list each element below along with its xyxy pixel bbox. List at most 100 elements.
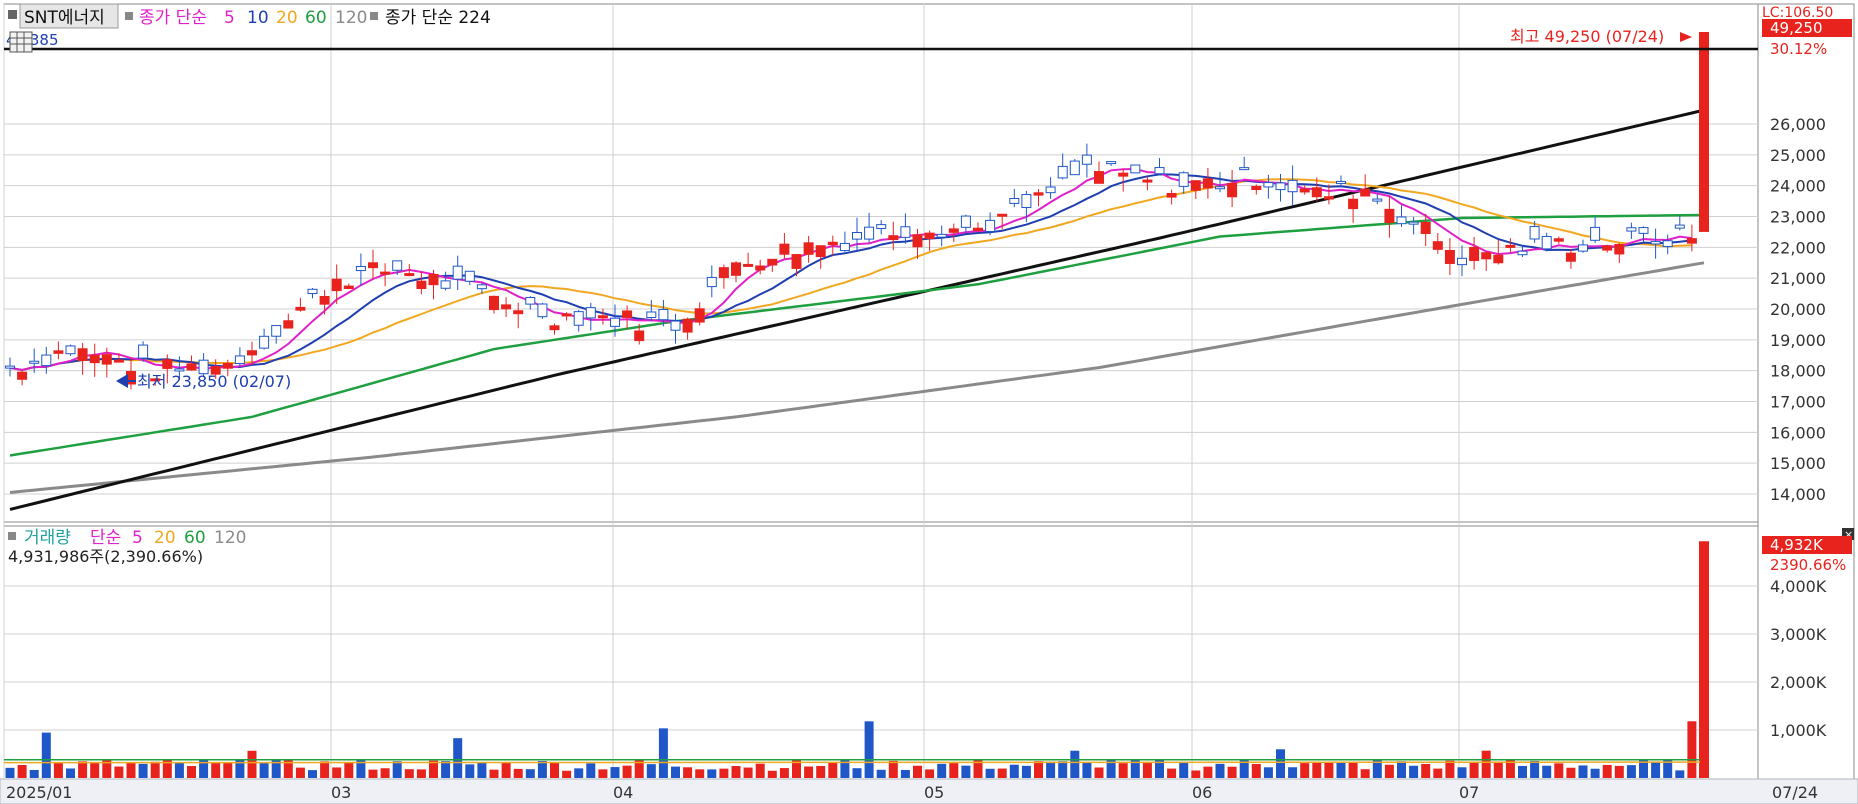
grid-icon[interactable] (9, 31, 33, 53)
candle-body (1239, 167, 1250, 171)
volume-bar (477, 762, 487, 778)
candle-body (1348, 198, 1359, 210)
candle-body (1360, 188, 1371, 197)
volume-bar (1094, 767, 1104, 778)
volume-bar (852, 768, 862, 778)
candle-body (1154, 167, 1165, 175)
volume-bar (550, 762, 559, 778)
candle-body (77, 348, 88, 362)
candle-body (1650, 241, 1661, 245)
volume-bar (1675, 770, 1685, 778)
volume-bar (1469, 762, 1479, 778)
price-tick-label: 24,000 (1770, 177, 1826, 196)
volume-bar (1626, 765, 1636, 778)
candle-body (622, 310, 633, 318)
candle-body (489, 295, 499, 311)
volume-bar (5, 767, 15, 778)
candle-body (670, 320, 681, 331)
candle-body (1372, 198, 1383, 202)
candle-body (694, 308, 705, 323)
candle-body (1553, 238, 1564, 242)
volume-tick-label: 3,000K (1770, 625, 1827, 644)
candle-body (1590, 226, 1601, 241)
volume-bar (174, 762, 184, 778)
volume-bar (1046, 761, 1056, 778)
volume-bar (126, 762, 136, 778)
candle-body (416, 280, 427, 290)
candle-body (1069, 160, 1080, 176)
candle-body (1033, 192, 1044, 196)
volume-bar (646, 764, 656, 778)
volume-bar (1021, 765, 1031, 778)
volume-bar (1239, 760, 1249, 778)
candle-body (1626, 227, 1637, 232)
ma2-label: 종가 단순 224 (385, 8, 491, 28)
volume-bar (864, 721, 874, 778)
candle-body (973, 227, 983, 231)
last-volume-value: 4,932K (1770, 536, 1824, 554)
volume-bar (1263, 767, 1273, 778)
volume-bar (707, 769, 717, 778)
volume-bar (537, 761, 547, 778)
volume-tick-label: 1,000K (1770, 721, 1827, 740)
candle-body (791, 254, 802, 269)
candle-body (1505, 244, 1516, 248)
candle-body (1130, 164, 1141, 174)
last-volume-change: 2390.66% (1770, 556, 1846, 574)
candle-body (331, 278, 342, 292)
volume-bar (1397, 761, 1406, 778)
ma-period-120: 120 (335, 8, 367, 28)
date-label: 05 (924, 783, 944, 802)
candle-body (900, 226, 911, 238)
candle-body (827, 241, 838, 246)
volume-bar (78, 761, 88, 778)
candle-body (718, 267, 729, 279)
candle-body (658, 308, 669, 321)
candle-body (864, 226, 875, 240)
volume-bar (247, 750, 257, 778)
volume-bar (150, 761, 160, 778)
volume-bar (392, 761, 402, 778)
volume-ma-5: 5 (132, 528, 143, 548)
volume-info: 4,931,986주(2,390.66%) (8, 547, 203, 566)
candle-body (1469, 246, 1480, 262)
volume-bar (138, 763, 148, 778)
volume-bar (404, 769, 414, 778)
candle-body (743, 263, 754, 267)
volume-legend-icon[interactable] (8, 532, 16, 540)
candle-body (1118, 172, 1129, 177)
candle-body (404, 273, 415, 277)
volume-bar (743, 767, 753, 778)
last-price-value: 49,250 (1770, 19, 1823, 37)
price-tick-label: 26,000 (1770, 115, 1826, 134)
candle-body (1287, 179, 1298, 193)
candle-body (513, 310, 524, 315)
volume-bar (320, 761, 330, 778)
volume-bar (949, 763, 959, 778)
candle-body (852, 232, 862, 240)
volume-bar (1070, 750, 1080, 778)
ma-period-5: 5 (224, 8, 235, 28)
candle-body (876, 224, 887, 229)
candle-body (815, 245, 826, 258)
volume-bar (1300, 763, 1310, 778)
candle-body (53, 350, 64, 354)
candle-body (1178, 172, 1189, 187)
volume-bar (1651, 761, 1661, 778)
volume-bar (1590, 768, 1600, 778)
volume-bar (53, 762, 63, 778)
volume-bar (1009, 764, 1019, 778)
volume-bar (1445, 760, 1455, 778)
last-date-label: 07/24 (1772, 783, 1818, 802)
candle-body (731, 262, 741, 276)
volume-bar (925, 769, 935, 778)
candle-body (65, 345, 76, 355)
volume-bar (1578, 765, 1588, 778)
legend-toggle-icon[interactable] (8, 10, 17, 19)
volume-bar (1336, 761, 1346, 778)
volume-bar (804, 766, 814, 778)
candle-body (1578, 244, 1588, 252)
last-candle (1699, 32, 1709, 232)
date-label: 04 (613, 783, 633, 802)
candle-body (561, 313, 572, 317)
